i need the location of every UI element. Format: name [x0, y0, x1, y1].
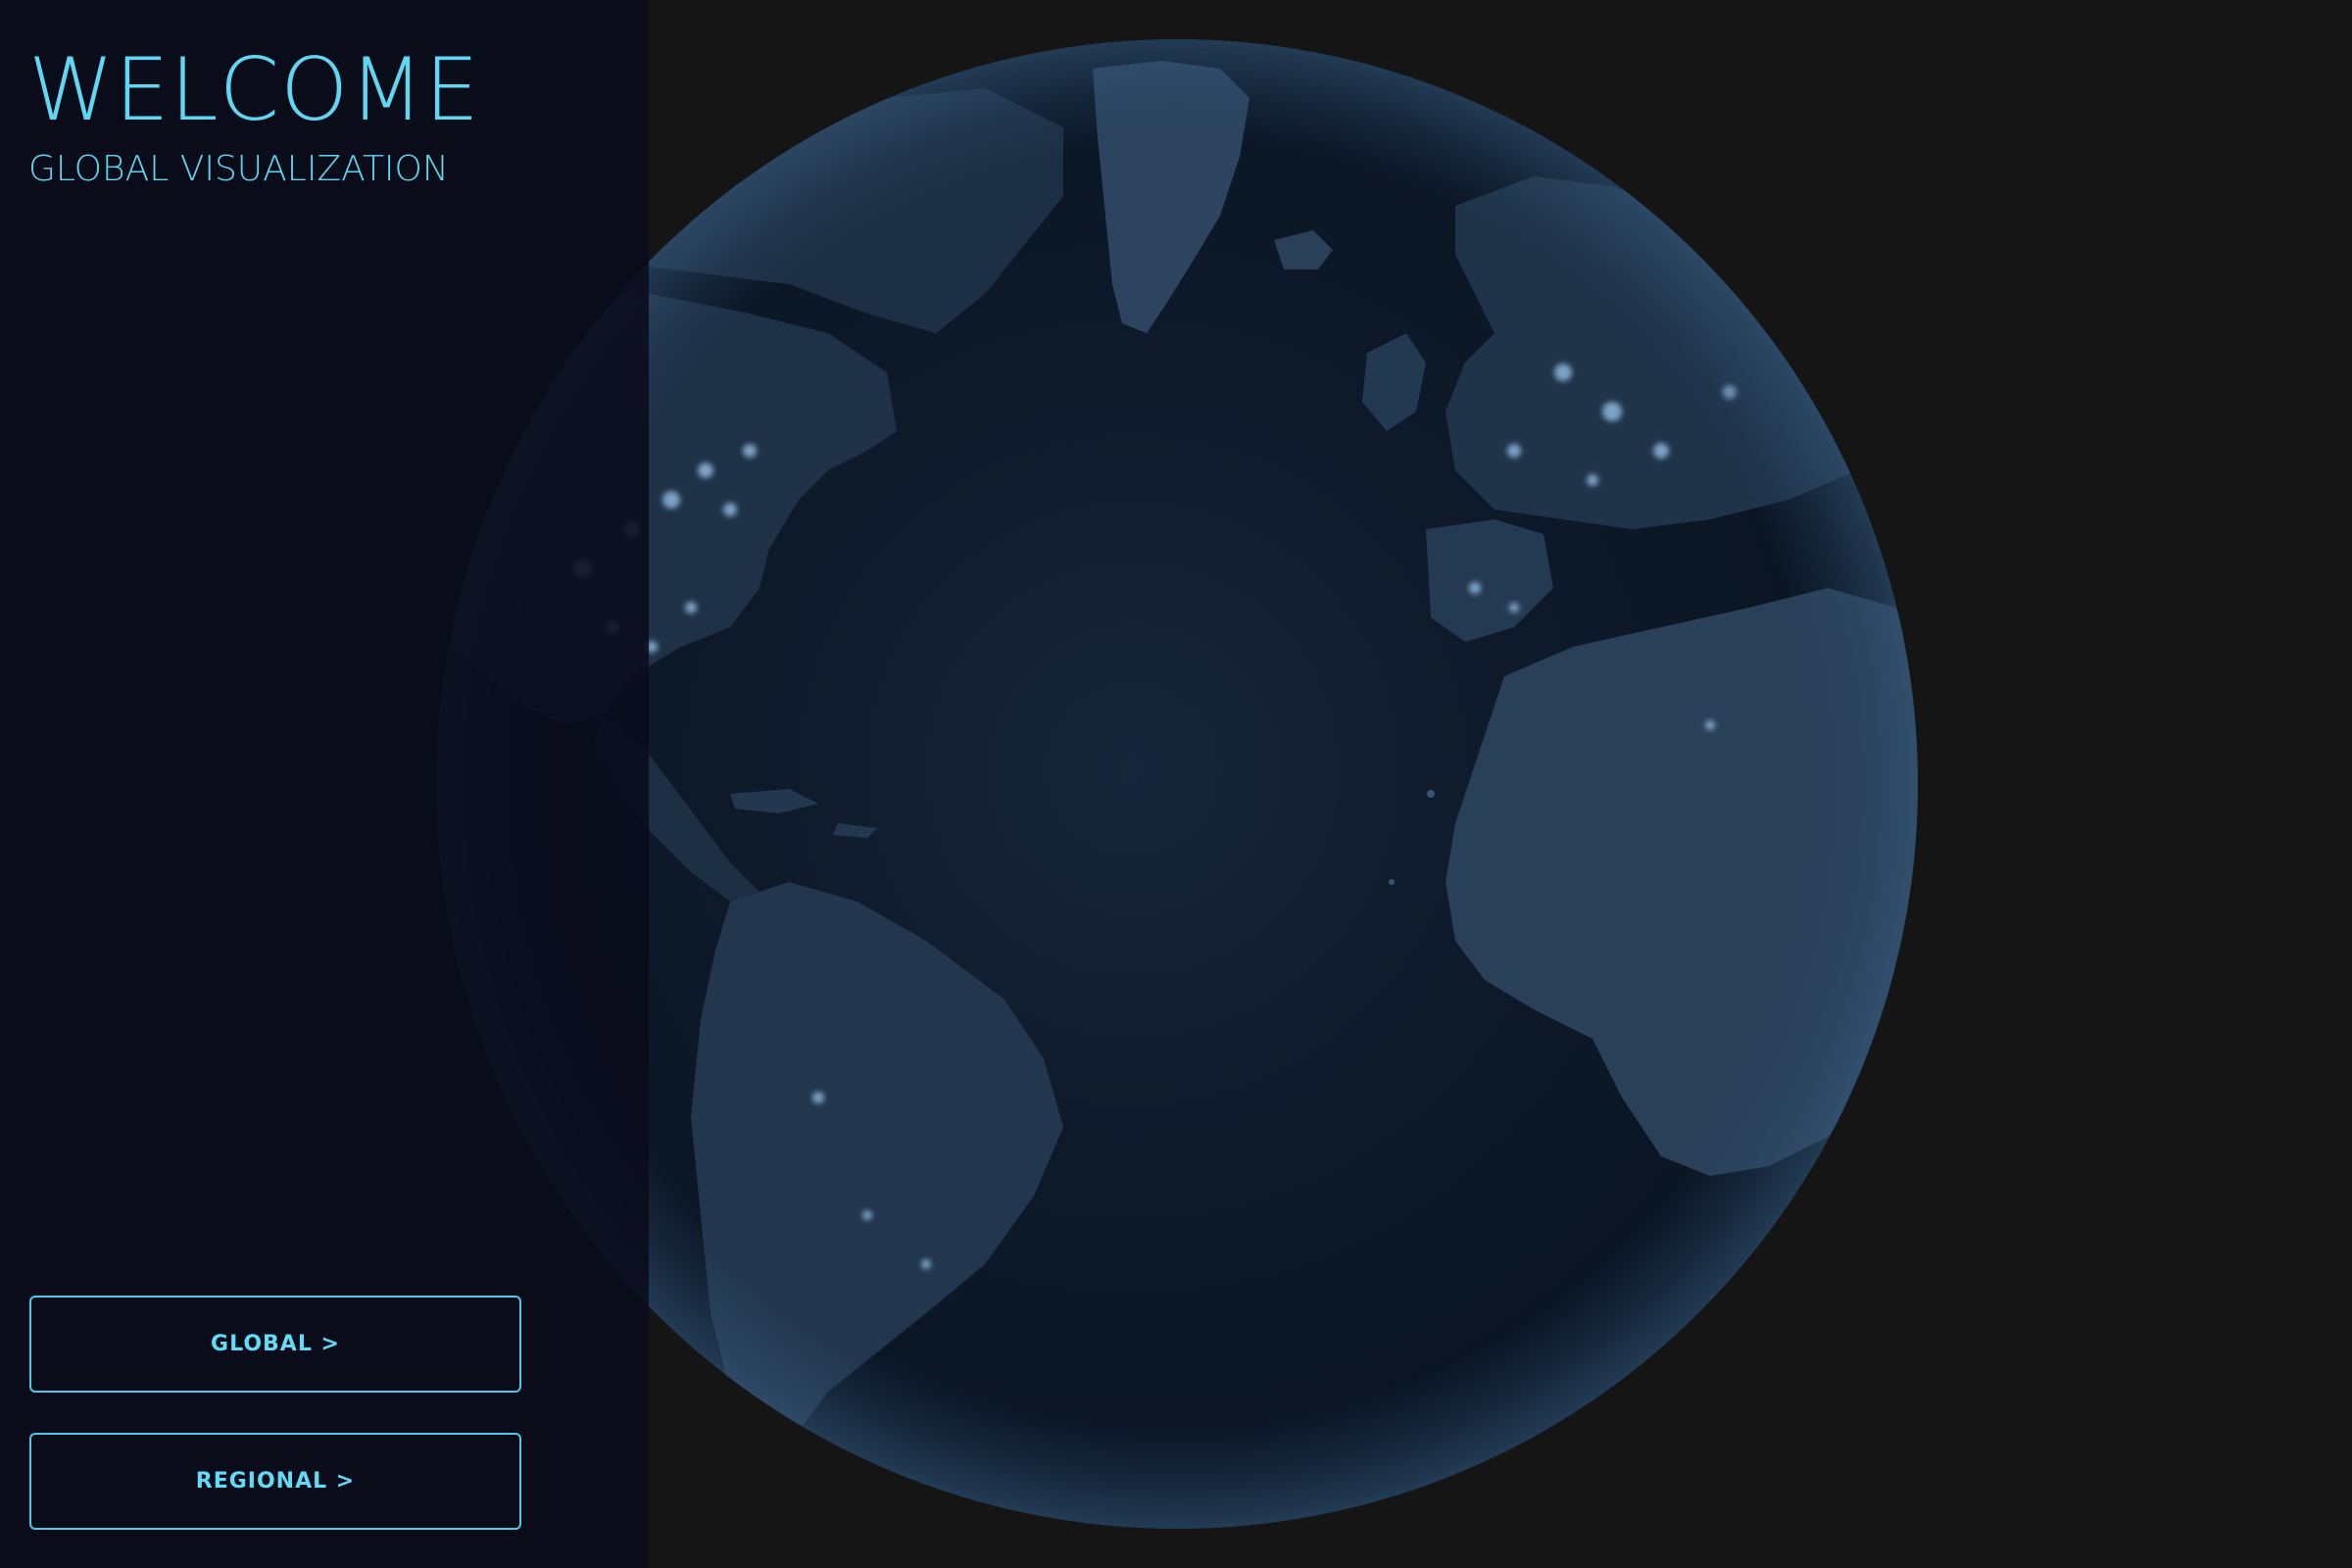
- global-button-label: GLOBAL >: [211, 1332, 340, 1356]
- regional-button[interactable]: REGIONAL >: [29, 1433, 521, 1530]
- page-title: WELCOME: [28, 39, 480, 140]
- earth-globe[interactable]: [436, 39, 1918, 1529]
- app-stage: WELCOME GLOBAL VISUALIZATION GLOBAL > RE…: [0, 0, 2352, 1568]
- globe-rim: [436, 39, 1918, 1529]
- global-button[interactable]: GLOBAL >: [29, 1296, 521, 1393]
- regional-button-label: REGIONAL >: [195, 1469, 356, 1494]
- sidebar-panel: WELCOME GLOBAL VISUALIZATION GLOBAL > RE…: [0, 0, 649, 1568]
- page-subtitle: GLOBAL VISUALIZATION: [28, 149, 449, 189]
